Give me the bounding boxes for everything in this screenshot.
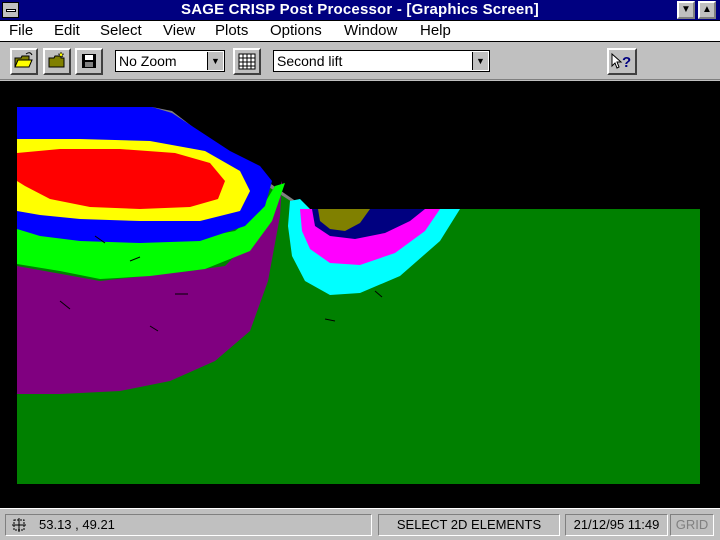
- mode-panel: SELECT 2D ELEMENTS: [378, 514, 560, 536]
- menu-window[interactable]: Window: [344, 22, 397, 39]
- menu-options[interactable]: Options: [270, 22, 322, 39]
- mode-readout: SELECT 2D ELEMENTS: [396, 517, 542, 532]
- menu-file[interactable]: File: [9, 22, 33, 39]
- grid-icon: [238, 53, 256, 70]
- save-disk-icon: [82, 54, 96, 68]
- title-bar: SAGE CRISP Post Processor - [Graphics Sc…: [0, 0, 720, 21]
- status-bar: 53.13 , 49.21 SELECT 2D ELEMENTS 21/12/9…: [0, 508, 720, 540]
- menu-plots[interactable]: Plots: [215, 22, 248, 39]
- toolbar: No Zoom ▼ Second lift ▼ ?: [0, 43, 720, 80]
- open-folder-icon: [14, 52, 33, 68]
- context-help-icon: ?: [611, 52, 631, 71]
- coordinates-panel: 53.13 , 49.21: [5, 514, 372, 536]
- folder-button[interactable]: [43, 48, 71, 75]
- zoom-select-value: No Zoom: [119, 53, 177, 69]
- open-button[interactable]: [10, 48, 38, 75]
- svg-text:?: ?: [622, 54, 631, 71]
- zoom-select[interactable]: No Zoom ▼: [115, 50, 225, 72]
- grid-indicator: GRID: [675, 517, 709, 532]
- cursor-position-icon: [12, 518, 26, 532]
- maximize-button[interactable]: ▲: [698, 1, 716, 19]
- graphics-screen[interactable]: [0, 81, 720, 508]
- save-button[interactable]: [75, 48, 103, 75]
- folder-icon: [48, 51, 65, 68]
- context-help-button[interactable]: ?: [607, 48, 637, 75]
- menu-view[interactable]: View: [163, 22, 195, 39]
- grid-panel[interactable]: GRID: [670, 514, 714, 536]
- datetime-readout: 21/12/95 11:49: [573, 517, 660, 532]
- zoom-dropdown-arrow-icon[interactable]: ▼: [207, 52, 223, 70]
- minimize-button[interactable]: ▼: [677, 1, 695, 19]
- menu-bar: File Edit Select View Plots Options Wind…: [0, 21, 720, 42]
- menu-help[interactable]: Help: [420, 22, 451, 39]
- menu-select[interactable]: Select: [100, 22, 142, 39]
- contour-plot[interactable]: [0, 81, 720, 508]
- stage-select[interactable]: Second lift ▼: [273, 50, 490, 72]
- coordinates-readout: 53.13 , 49.21: [39, 517, 115, 532]
- stage-select-value: Second lift: [277, 53, 343, 69]
- window-title: SAGE CRISP Post Processor - [Graphics Sc…: [180, 1, 539, 18]
- grid-button[interactable]: [233, 48, 261, 75]
- stage-dropdown-arrow-icon[interactable]: ▼: [472, 52, 488, 70]
- datetime-panel: 21/12/95 11:49: [565, 514, 668, 536]
- menu-edit[interactable]: Edit: [54, 22, 80, 39]
